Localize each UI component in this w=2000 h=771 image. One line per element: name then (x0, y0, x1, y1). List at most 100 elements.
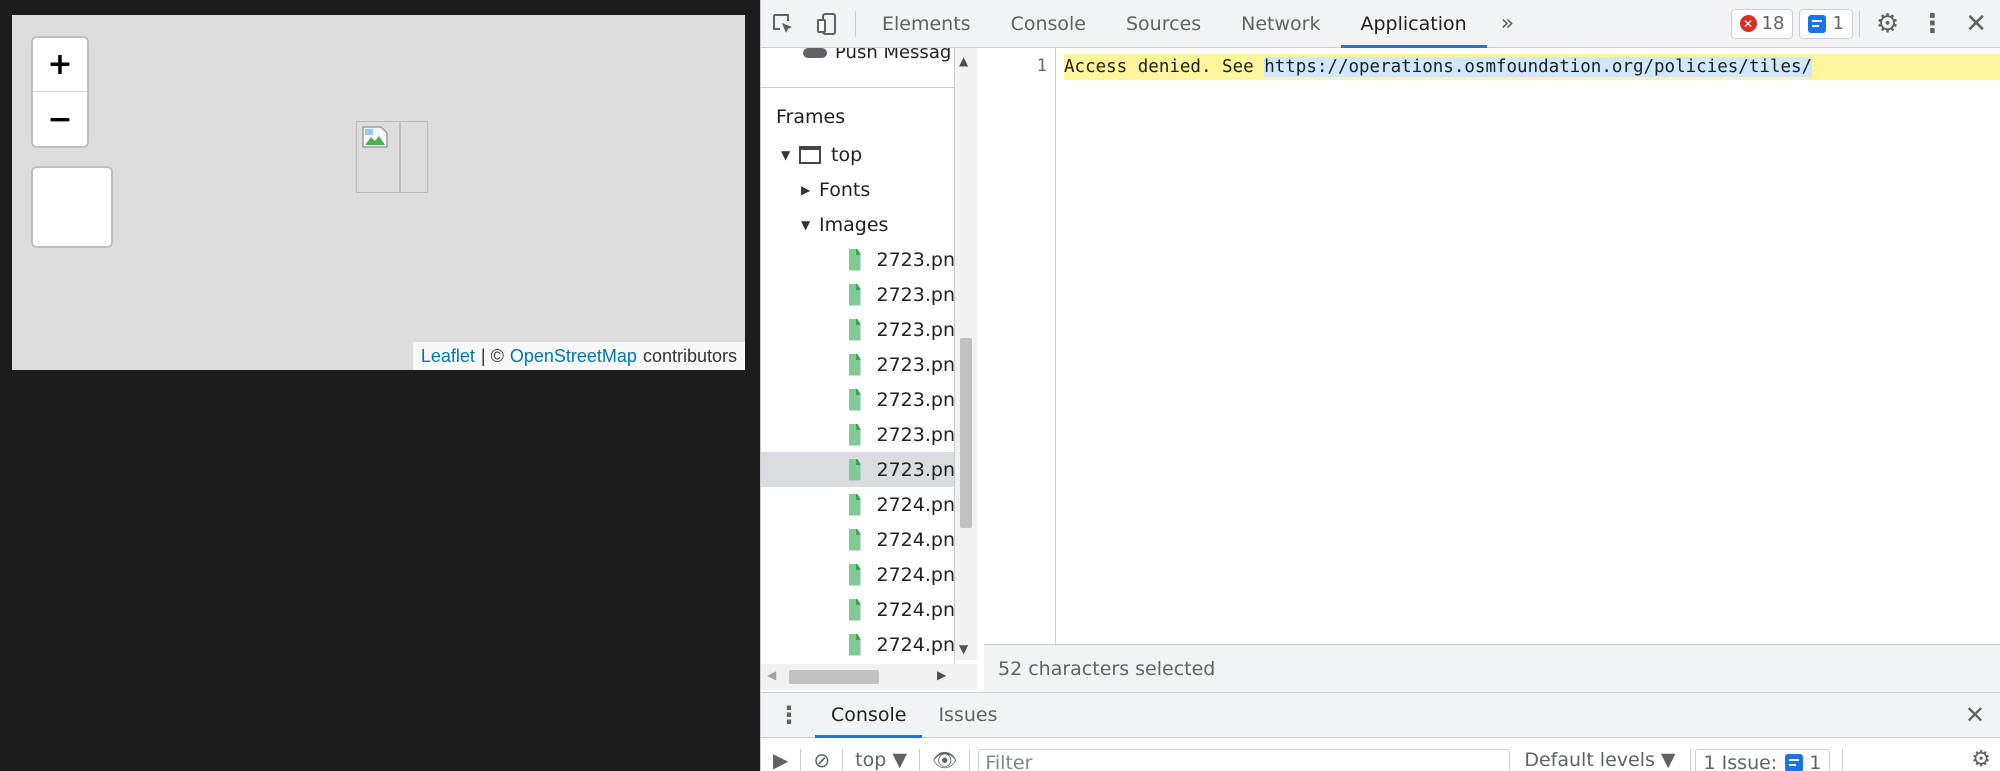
openstreetmap-link[interactable]: OpenStreetMap (510, 346, 637, 367)
clear-console-icon[interactable]: ⊘ (801, 749, 842, 771)
selected-url-text[interactable]: https://operations.osmfoundation.org/pol… (1264, 57, 1813, 77)
zoom-control: + − (31, 36, 89, 148)
toolbar-divider (1689, 749, 1691, 771)
scrollbar-thumb[interactable] (789, 670, 879, 684)
drawer-tab-issues[interactable]: Issues (922, 692, 1013, 738)
collapse-triangle-icon[interactable]: ▶ (801, 183, 813, 197)
inspect-element-icon[interactable] (761, 0, 805, 48)
image-file-item[interactable]: 2723.pn (761, 417, 955, 452)
console-settings-icon[interactable]: ⚙ (1961, 749, 2000, 771)
file-name: 2724.pn (876, 563, 955, 586)
scrollbar-thumb[interactable] (960, 338, 972, 528)
attribution-separator: | © (480, 345, 504, 366)
message-count-badge[interactable]: 1 (1799, 8, 1853, 39)
drawer-menu-icon[interactable]: ⋮ (761, 701, 815, 729)
image-file-item[interactable]: 2724.pn (761, 487, 954, 522)
file-name: 2723.pn (876, 423, 955, 446)
error-icon: ✕ (1739, 15, 1757, 32)
device-toolbar-icon[interactable] (805, 0, 849, 48)
tree-item-fonts[interactable]: ▶ Fonts (761, 172, 954, 207)
page-viewport: + − Leaflet | © OpenStreetMap contributo… (0, 0, 760, 771)
attribution-suffix: contributors (642, 345, 737, 366)
tree-item-images[interactable]: ▼ Images (761, 207, 954, 242)
image-file-icon (849, 563, 861, 586)
issues-label: 1 Issue: (1703, 752, 1778, 771)
sidebar-item-label: Push Messag (835, 48, 952, 63)
toolbar-divider (1858, 10, 1860, 37)
levels-label: Default levels (1524, 749, 1655, 771)
line-gutter: 1 (984, 48, 1056, 644)
expand-triangle-icon[interactable]: ▼ (801, 218, 813, 232)
zoom-out-button[interactable]: − (33, 92, 87, 146)
file-name: 2724.pn (876, 633, 955, 656)
context-selector[interactable]: top ▼ (843, 749, 919, 771)
error-count: 18 (1761, 13, 1785, 34)
drawer-tab-console[interactable]: Console (815, 692, 923, 738)
sidebar-toggle-icon[interactable]: ▶ (761, 749, 800, 771)
image-file-item[interactable]: 2724.pn (761, 522, 954, 557)
file-name: 2723.pn (876, 283, 955, 306)
devtools-panel: Elements Console Sources Network Applica… (760, 0, 2000, 771)
code-line[interactable]: Access denied. See https://operations.os… (1064, 54, 2000, 80)
sidebar-horizontal-scrollbar[interactable]: ◀ ▶ (761, 664, 977, 690)
image-file-icon (849, 423, 861, 446)
image-file-item[interactable]: 2723.pn (761, 347, 955, 382)
map-control-button[interactable] (31, 166, 113, 248)
image-file-icon (849, 598, 861, 621)
console-filter-input[interactable]: Filter (978, 749, 1511, 771)
tab-network[interactable]: Network (1221, 0, 1340, 48)
toolbar-divider (855, 10, 856, 37)
file-name: 2723.pn (876, 388, 955, 411)
message-icon (1808, 14, 1827, 33)
zoom-in-button[interactable]: + (33, 38, 87, 92)
image-file-item[interactable]: 2723.pn (761, 242, 954, 277)
leaflet-link[interactable]: Leaflet (421, 346, 475, 367)
tree-item-label: top (831, 143, 863, 166)
image-file-item[interactable]: 2723.pn (761, 312, 954, 347)
issues-button[interactable]: 1 Issue: 1 (1694, 749, 1831, 771)
more-options-icon[interactable]: ⋮ (1909, 9, 1955, 39)
map-attribution: Leaflet | © OpenStreetMap contributors (412, 342, 745, 370)
sidebar-item-push-messaging[interactable]: Push Messag (803, 48, 951, 63)
tab-application[interactable]: Application (1340, 0, 1487, 48)
image-file-item-selected[interactable]: 2723.pn (761, 452, 955, 487)
leaflet-map[interactable]: + − Leaflet | © OpenStreetMap contributo… (12, 15, 745, 370)
more-tabs-icon[interactable]: » (1487, 11, 1528, 36)
image-file-item[interactable]: 2724.pn (761, 627, 955, 662)
tab-console[interactable]: Console (991, 0, 1106, 48)
issue-icon (1785, 754, 1804, 771)
file-name: 2723.pn (876, 353, 955, 376)
image-file-icon (849, 633, 861, 656)
expand-triangle-icon[interactable]: ▼ (781, 148, 793, 162)
image-file-item[interactable]: 2723.pn (761, 277, 955, 312)
selection-status: 52 characters selected (998, 657, 1216, 680)
editor-status-bar: 52 characters selected (984, 644, 2000, 692)
tree-item-top[interactable]: ▼ top (761, 137, 954, 172)
sidebar-vertical-scrollbar[interactable]: ▲ ▼ (955, 48, 977, 660)
eye-icon[interactable]: 👁 (920, 749, 969, 771)
tab-elements[interactable]: Elements (862, 0, 991, 48)
scroll-up-icon[interactable]: ▲ (959, 54, 968, 68)
image-file-icon (849, 528, 861, 551)
scroll-down-icon[interactable]: ▼ (959, 642, 968, 656)
image-file-item[interactable]: 2724.pn (761, 557, 955, 592)
image-file-item[interactable]: 2723.pn (761, 382, 955, 417)
close-drawer-icon[interactable]: ✕ (1949, 701, 2000, 729)
issues-count: 1 (1809, 752, 1822, 771)
scroll-left-icon[interactable]: ◀ (767, 668, 776, 682)
error-count-badge[interactable]: ✕ 18 (1730, 8, 1794, 39)
resource-preview[interactable]: 1 Access denied. See https://operations.… (984, 48, 2000, 644)
scroll-right-icon[interactable]: ▶ (937, 668, 946, 682)
toolbar-divider (1842, 749, 1844, 771)
tab-sources[interactable]: Sources (1106, 0, 1221, 48)
tree-item-label: Images (819, 213, 889, 236)
context-label: top (855, 749, 887, 771)
image-file-item[interactable]: 2724.pn (761, 592, 954, 627)
file-name: 2723.pn (876, 458, 955, 481)
log-levels-dropdown[interactable]: Default levels ▼ (1510, 749, 1689, 771)
settings-gear-icon[interactable]: ⚙ (1866, 9, 1909, 39)
image-file-icon (849, 283, 861, 306)
frame-icon (799, 145, 821, 164)
close-devtools-icon[interactable]: ✕ (1955, 9, 2000, 39)
push-messaging-icon (803, 48, 827, 58)
